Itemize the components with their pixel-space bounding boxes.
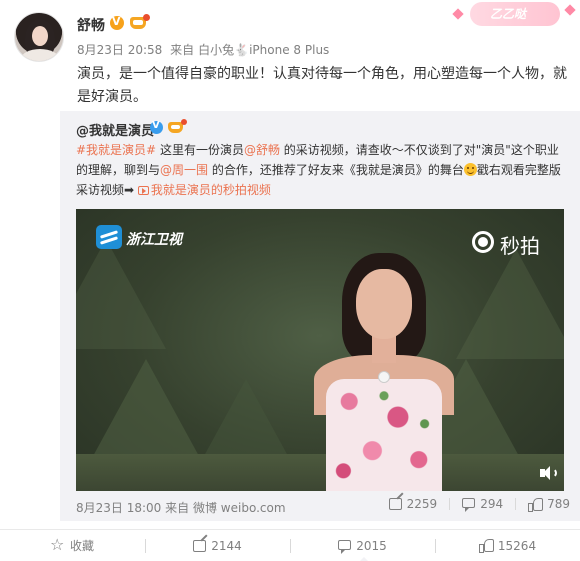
- retweet-comment-button[interactable]: 294: [449, 497, 504, 512]
- comment-icon: [338, 539, 352, 554]
- video-link[interactable]: 我就是演员的秒拍视频: [137, 183, 271, 197]
- repost-button[interactable]: 2144: [145, 530, 290, 561]
- decoration-text: 乙乙哒: [490, 7, 527, 21]
- favorite-button[interactable]: 收藏: [0, 530, 145, 561]
- heart-icon: [564, 4, 576, 16]
- repost-count: 2144: [211, 538, 242, 553]
- mention-link[interactable]: @舒畅: [244, 143, 280, 157]
- video-player[interactable]: 浙江卫视 秒拍: [76, 209, 564, 491]
- mention-link[interactable]: @周一围: [160, 163, 208, 177]
- decoration-card: 乙乙哒: [448, 0, 580, 30]
- heart-icon: [452, 8, 464, 20]
- verified-icon[interactable]: [150, 120, 163, 134]
- like-icon: [478, 539, 494, 553]
- member-crown-icon[interactable]: [168, 119, 187, 134]
- retweet-card: @我就是演员 #我就是演员# 这里有一份演员@舒畅 的采访视频，请查收～不仅谈到…: [60, 111, 580, 521]
- retweet-comment-count: 294: [480, 497, 504, 511]
- volume-icon[interactable]: [540, 465, 558, 481]
- watermark-text: 秒拍: [500, 234, 540, 258]
- weibo-post: 舒畅 乙乙哒 8月23日 20:58 来自白小兔🐇iPhone 8 Plus 演…: [0, 0, 580, 561]
- video-link-label: 我就是演员的秒拍视频: [150, 183, 271, 197]
- member-crown-icon[interactable]: [130, 14, 150, 30]
- comment-count: 2015: [356, 538, 387, 553]
- repost-icon: [388, 498, 402, 510]
- author-name[interactable]: 舒畅: [77, 15, 105, 35]
- retweet-meta: 8月23日 18:00 来自 微博 weibo.com: [76, 499, 286, 516]
- post-action-bar: 收藏 2144 2015 15264: [0, 529, 580, 561]
- repost-icon: [193, 539, 207, 552]
- retweet-source-prefix: 来自: [165, 501, 190, 515]
- comment-icon: [462, 498, 476, 512]
- post-meta: 8月23日 20:58 来自 白小兔🐇iPhone 8 Plus: [77, 41, 333, 58]
- video-icon: [137, 186, 149, 195]
- retweet-repost-count: 2259: [406, 497, 438, 511]
- video-frame-person: [312, 247, 472, 491]
- retweet-text-part: 的合作，还推荐了好友来《我就是演员》的舞台: [208, 163, 464, 177]
- zhejiang-tv-icon: [96, 225, 122, 249]
- retweet-text-part: 这里有一份演员: [156, 143, 244, 157]
- smile-emoji-icon: [463, 163, 477, 176]
- comment-button[interactable]: 2015: [290, 530, 435, 561]
- retweet-date[interactable]: 8月23日 18:00: [76, 501, 161, 515]
- retweet-like-button[interactable]: 789: [515, 497, 570, 512]
- post-date[interactable]: 8月23日 20:58: [77, 43, 162, 57]
- favorite-label: 收藏: [69, 539, 94, 553]
- like-icon: [528, 497, 544, 512]
- retweet-like-count: 789: [547, 497, 570, 511]
- author-avatar[interactable]: [14, 12, 64, 62]
- post-source[interactable]: 白小兔🐇iPhone 8 Plus: [198, 43, 329, 57]
- retweet-source[interactable]: 微博 weibo.com: [193, 501, 286, 515]
- retweet-author[interactable]: @我就是演员: [76, 120, 154, 139]
- retweet-repost-button[interactable]: 2259: [388, 497, 438, 511]
- retweet-text: #我就是演员# 这里有一份演员@舒畅 的采访视频，请查收～不仅谈到了对"演员"这…: [76, 140, 568, 200]
- like-button[interactable]: 15264: [435, 530, 580, 561]
- verified-icon[interactable]: [110, 15, 124, 30]
- retweet-actions: 2259 294 789: [377, 497, 570, 512]
- post-source-prefix: 来自: [170, 43, 195, 57]
- star-icon: [50, 535, 65, 554]
- post-text: 演员，是一个值得自豪的职业！认真对待每一个角色，用心塑造每一个人物，就是好演员。: [77, 66, 567, 105]
- hashtag-link[interactable]: #我就是演员#: [76, 143, 156, 157]
- channel-name: 浙江卫视: [126, 232, 182, 248]
- like-count: 15264: [497, 538, 537, 553]
- miaopai-icon: [472, 231, 494, 253]
